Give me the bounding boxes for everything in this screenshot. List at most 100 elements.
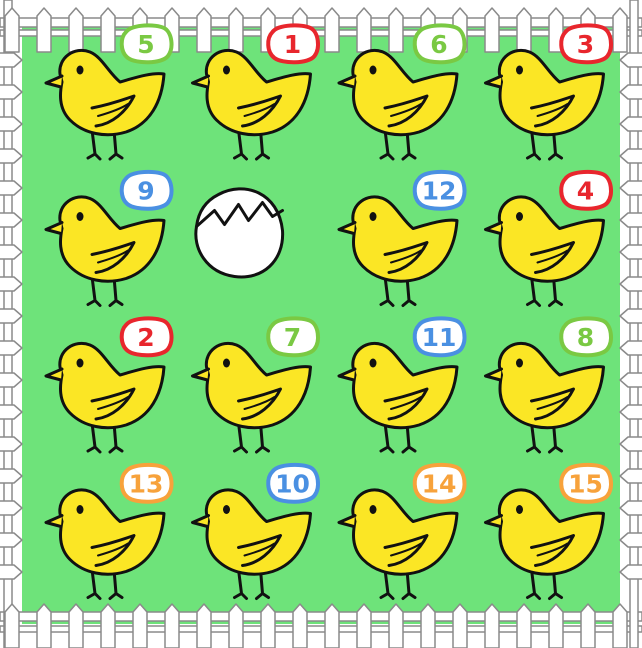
tile-number: 15 bbox=[568, 470, 603, 499]
fence-picket bbox=[619, 372, 642, 388]
number-badge: 10 bbox=[266, 462, 320, 504]
tile-number: 2 bbox=[137, 323, 154, 352]
chick-tile[interactable]: 9 bbox=[22, 159, 174, 307]
fence-picket bbox=[619, 116, 642, 132]
fence-picket bbox=[228, 603, 244, 648]
tile-number: 3 bbox=[577, 30, 594, 59]
fence-picket bbox=[619, 180, 642, 196]
number-badge: 9 bbox=[119, 169, 174, 211]
fence-picket bbox=[516, 603, 532, 648]
number-badge: 8 bbox=[559, 316, 613, 358]
fence-picket bbox=[68, 603, 84, 648]
number-badge: 3 bbox=[559, 23, 613, 65]
fence-picket bbox=[0, 564, 23, 580]
chick-tile[interactable]: 8 bbox=[462, 305, 613, 454]
chick-tile[interactable]: 3 bbox=[462, 12, 613, 161]
fence-picket bbox=[4, 603, 20, 648]
chick-tile[interactable]: 2 bbox=[22, 305, 174, 454]
fence-picket bbox=[324, 603, 340, 648]
tile-number: 14 bbox=[422, 470, 457, 499]
tile-number: 13 bbox=[129, 470, 164, 499]
fence-picket bbox=[619, 564, 642, 580]
fence-picket bbox=[452, 603, 468, 648]
fence-picket bbox=[619, 308, 642, 324]
fence-picket bbox=[0, 116, 23, 132]
chick-tile[interactable]: 10 bbox=[169, 452, 320, 600]
chick-tile[interactable]: 15 bbox=[462, 452, 613, 600]
tile-number: 7 bbox=[284, 323, 301, 352]
fence-picket bbox=[164, 603, 180, 648]
fence-picket bbox=[619, 52, 642, 68]
number-badge: 14 bbox=[412, 462, 467, 504]
fence-picket bbox=[548, 603, 564, 648]
fence-picket bbox=[0, 468, 23, 484]
fence-picket bbox=[0, 148, 23, 164]
fence-picket bbox=[580, 603, 596, 648]
fence-picket bbox=[619, 500, 642, 516]
number-badge: 6 bbox=[412, 23, 467, 65]
fence-picket bbox=[420, 603, 436, 648]
tile-number: 11 bbox=[422, 323, 457, 352]
fence-picket bbox=[388, 603, 404, 648]
fence-picket bbox=[132, 603, 148, 648]
number-badge: 4 bbox=[559, 169, 613, 211]
fence-picket bbox=[619, 84, 642, 100]
fence-picket bbox=[619, 148, 642, 164]
tile-number: 6 bbox=[430, 30, 447, 59]
fence-picket bbox=[612, 603, 628, 648]
fence-picket bbox=[0, 180, 23, 196]
chick-tile[interactable]: 4 bbox=[462, 159, 613, 307]
fence-picket bbox=[356, 603, 372, 648]
fence-picket bbox=[619, 404, 642, 420]
tile-grid: 5 1 6 3 9 12 4 2 7 11 8 13 10 14 15 bbox=[22, 12, 613, 600]
number-badge: 15 bbox=[559, 462, 613, 504]
fence-picket bbox=[4, 7, 20, 53]
number-badge: 5 bbox=[119, 23, 174, 65]
chick-tile[interactable]: 11 bbox=[315, 305, 467, 454]
tile-number: 1 bbox=[284, 30, 301, 59]
fence-picket bbox=[100, 603, 116, 648]
tile-number: 4 bbox=[577, 177, 594, 206]
number-badge: 13 bbox=[119, 462, 174, 504]
egg-tile[interactable] bbox=[169, 159, 316, 306]
fence-picket bbox=[0, 212, 23, 228]
fence-picket bbox=[260, 603, 276, 648]
tile-number: 12 bbox=[422, 177, 457, 206]
number-badge: 11 bbox=[412, 316, 467, 358]
fence-picket bbox=[0, 500, 23, 516]
fence-picket bbox=[619, 212, 642, 228]
puzzle-board: 5 1 6 3 9 12 4 2 7 11 8 13 10 14 15 bbox=[0, 0, 642, 648]
chick-tile[interactable]: 5 bbox=[22, 12, 174, 161]
fence-picket bbox=[0, 436, 23, 452]
fence-picket bbox=[619, 244, 642, 260]
fence-picket bbox=[0, 276, 23, 292]
chick-tile[interactable]: 7 bbox=[169, 305, 320, 454]
fence-picket bbox=[619, 468, 642, 484]
game-stage: 5 1 6 3 9 12 4 2 7 11 8 13 10 14 15 bbox=[0, 0, 642, 648]
cracked-egg-icon bbox=[194, 187, 285, 279]
fence-picket bbox=[0, 532, 23, 548]
fence-picket bbox=[619, 532, 642, 548]
chick-tile[interactable]: 6 bbox=[315, 12, 467, 161]
tile-number: 10 bbox=[275, 470, 310, 499]
fence-picket bbox=[292, 603, 308, 648]
chick-tile[interactable]: 1 bbox=[169, 12, 320, 161]
fence-picket bbox=[0, 308, 23, 324]
fence-picket bbox=[196, 603, 212, 648]
fence-picket bbox=[612, 7, 628, 53]
tile-number: 8 bbox=[577, 323, 594, 352]
fence-picket bbox=[0, 52, 23, 68]
chick-tile[interactable]: 14 bbox=[315, 452, 467, 600]
fence-picket bbox=[484, 603, 500, 648]
number-badge: 2 bbox=[119, 316, 174, 358]
fence-picket bbox=[0, 244, 23, 260]
number-badge: 7 bbox=[266, 316, 320, 358]
tile-number: 5 bbox=[137, 30, 154, 59]
fence-picket bbox=[619, 436, 642, 452]
fence-picket bbox=[0, 404, 23, 420]
chick-tile[interactable]: 12 bbox=[315, 159, 467, 307]
tile-number: 9 bbox=[137, 177, 154, 206]
fence-picket bbox=[0, 84, 23, 100]
chick-tile[interactable]: 13 bbox=[22, 452, 174, 600]
number-badge: 1 bbox=[266, 23, 320, 65]
